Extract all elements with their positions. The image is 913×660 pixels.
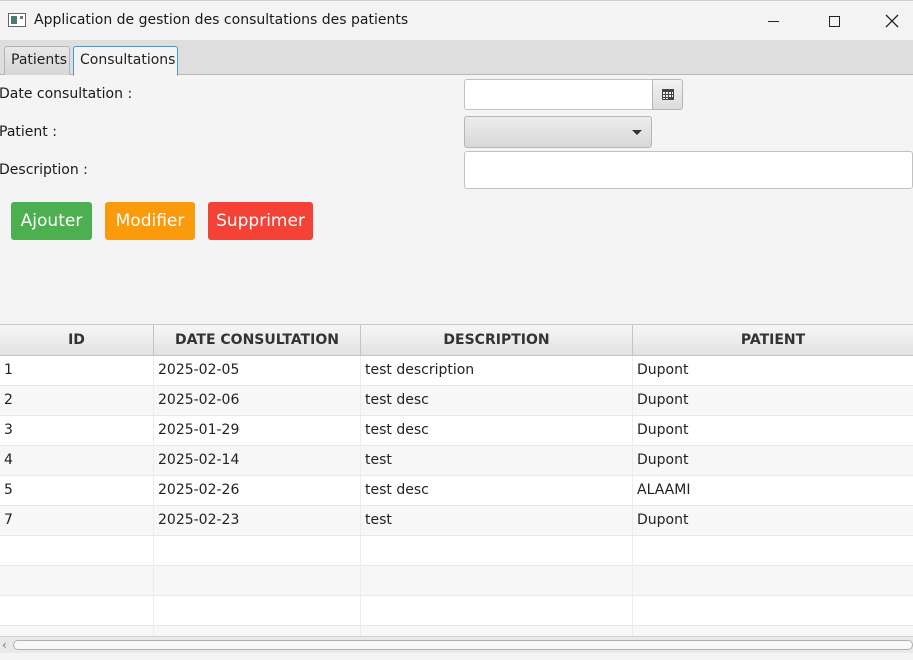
window-title: Application de gestion des consultations… xyxy=(34,12,409,28)
cell-id: 3 xyxy=(0,416,154,446)
cell-patient: ALAAMI xyxy=(637,482,691,498)
cell-patient xyxy=(633,536,913,566)
cell-description: test xyxy=(361,446,633,476)
cell-date xyxy=(154,536,361,566)
table-row[interactable]: 3 2025-01-29 test desc Dupont xyxy=(0,416,913,446)
maximize-icon xyxy=(828,15,840,27)
horizontal-scrollbar[interactable]: ‹ xyxy=(0,636,913,653)
patient-label: Patient : xyxy=(0,124,57,140)
maximize-button[interactable] xyxy=(811,1,857,41)
minimize-icon xyxy=(767,20,779,22)
cell-date: 2025-02-23 xyxy=(154,506,361,536)
cell-patient xyxy=(633,626,913,636)
table-row[interactable]: 7 2025-02-23 test Dupont xyxy=(0,506,913,536)
table-row-empty xyxy=(0,596,913,626)
delete-button[interactable]: Supprimer xyxy=(208,202,313,240)
cell-description xyxy=(361,536,633,566)
cell-patient: Dupont xyxy=(637,422,689,438)
close-button[interactable] xyxy=(869,1,913,41)
cell-id xyxy=(0,596,154,626)
cell-patient: Dupont xyxy=(637,512,689,528)
title-bar: Application de gestion des consultations… xyxy=(0,0,913,40)
table-row-empty xyxy=(0,566,913,596)
cell-patient xyxy=(633,566,913,596)
date-consultation-label: Date consultation : xyxy=(0,86,133,102)
cell-date: 2025-01-29 xyxy=(154,416,361,446)
column-header-id[interactable]: ID xyxy=(0,325,154,355)
table-row[interactable]: 5 2025-02-26 test desc ALAAMI xyxy=(0,476,913,506)
cell-description xyxy=(361,566,633,596)
date-picker-button[interactable] xyxy=(652,79,683,110)
cell-date xyxy=(154,566,361,596)
cell-id xyxy=(0,536,154,566)
column-header-date[interactable]: DATE CONSULTATION xyxy=(154,325,361,355)
cell-date: 2025-02-05 xyxy=(154,356,361,386)
cell-patient: Dupont xyxy=(637,452,689,468)
cell-id: 1 xyxy=(0,356,154,386)
table-row[interactable]: 4 2025-02-14 test Dupont xyxy=(0,446,913,476)
cell-id: 2 xyxy=(0,386,154,416)
cell-id: 4 xyxy=(0,446,154,476)
tab-consultations[interactable]: Consultations xyxy=(73,46,178,76)
minimize-button[interactable] xyxy=(750,1,796,41)
close-icon xyxy=(885,14,899,28)
add-button[interactable]: Ajouter xyxy=(11,202,92,240)
cell-date: 2025-02-26 xyxy=(154,476,361,506)
scroll-left-icon[interactable]: ‹ xyxy=(2,639,12,651)
cell-description: test desc xyxy=(361,476,633,506)
chevron-down-icon xyxy=(632,130,642,135)
cell-date xyxy=(154,626,361,636)
cell-id: 5 xyxy=(0,476,154,506)
column-header-description[interactable]: DESCRIPTION xyxy=(361,325,633,355)
app-window-icon xyxy=(8,13,26,27)
cell-patient: Dupont xyxy=(637,362,689,378)
table-row[interactable]: 1 2025-02-05 test description Dupont xyxy=(0,356,913,386)
cell-description: test desc xyxy=(361,386,633,416)
table-body: 1 2025-02-05 test description Dupont 2 2… xyxy=(0,356,913,636)
description-input[interactable] xyxy=(464,151,913,189)
cell-description: test description xyxy=(361,356,633,386)
cell-id xyxy=(0,626,154,636)
calendar-icon xyxy=(661,89,674,100)
cell-date: 2025-02-14 xyxy=(154,446,361,476)
cell-date: 2025-02-06 xyxy=(154,386,361,416)
table-row-empty xyxy=(0,626,913,636)
table-row-empty xyxy=(0,536,913,566)
cell-description xyxy=(361,626,633,636)
consultations-table[interactable]: ID DATE CONSULTATION DESCRIPTION PATIENT… xyxy=(0,324,913,636)
date-consultation-input[interactable] xyxy=(464,79,653,110)
tab-patients[interactable]: Patients xyxy=(4,46,70,75)
cell-patient: Dupont xyxy=(637,392,689,408)
cell-description: test desc xyxy=(361,416,633,446)
cell-date xyxy=(154,596,361,626)
table-row[interactable]: 2 2025-02-06 test desc Dupont xyxy=(0,386,913,416)
cell-description xyxy=(361,596,633,626)
scrollbar-thumb[interactable] xyxy=(13,640,913,650)
description-label: Description : xyxy=(0,162,88,178)
column-header-patient[interactable]: PATIENT xyxy=(633,325,913,355)
cell-patient xyxy=(633,596,913,626)
table-header: ID DATE CONSULTATION DESCRIPTION PATIENT xyxy=(0,325,913,356)
cell-id xyxy=(0,566,154,596)
tab-strip: Patients Consultations xyxy=(0,40,913,76)
modify-button[interactable]: Modifier xyxy=(105,202,195,240)
cell-description: test xyxy=(361,506,633,536)
cell-id: 7 xyxy=(0,506,154,536)
patient-combobox[interactable] xyxy=(464,116,652,148)
